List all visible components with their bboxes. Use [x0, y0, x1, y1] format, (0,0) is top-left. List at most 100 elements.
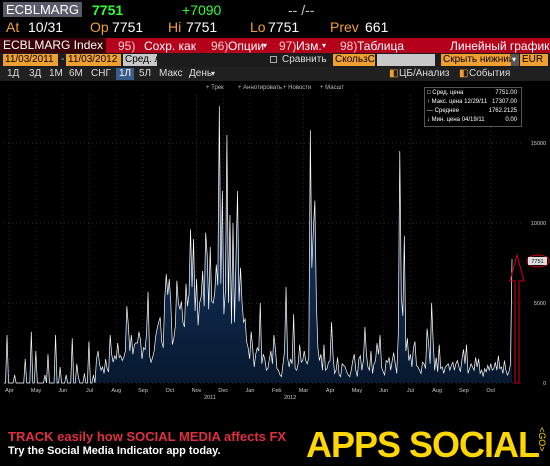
x-tick-label: Sep — [138, 388, 148, 394]
y-tick-label: 10000 — [531, 221, 546, 227]
function-bar: ECBLMARG Index 95) Сохр. как 96) Опции ▾… — [0, 38, 550, 53]
period-7-button[interactable]: Макс — [156, 68, 186, 80]
save-as-button[interactable]: Сохр. как — [144, 39, 196, 53]
chart-tool-0[interactable]: + Трек — [206, 85, 224, 93]
chevron-down-icon: ▾ — [263, 41, 268, 50]
high-value: 7751 — [186, 19, 218, 35]
x-tick-label: Nov — [192, 388, 202, 394]
legend-label: □ Сред. цена — [427, 90, 464, 96]
y-tick-label: 15000 — [531, 141, 546, 147]
series-area — [4, 106, 512, 383]
legend-value: 1762.2125 — [488, 108, 517, 114]
y-tick-label: 5000 — [534, 301, 546, 307]
period-2-button[interactable]: 1М — [46, 68, 66, 80]
x-tick-label: Oct — [486, 388, 495, 394]
x-tick-label: Jul — [407, 388, 414, 394]
low-label: Lo — [250, 19, 266, 35]
banner-headline: TRACK easily how SOCIAL MEDIA affects FX — [8, 429, 287, 444]
low-value: 7751 — [268, 19, 300, 35]
x-tick-label: Oct — [165, 388, 174, 394]
line-chart: 7751 0 5000 10000 15000 Apr May Jun Jul Aug Sep Oc… — [4, 95, 550, 401]
hide-lower-select[interactable]: Скрыть нижний — [441, 54, 514, 66]
quote-stats: At 10/31 Op 7751 Hi 7751 Lo 7751 Prev 66… — [0, 17, 550, 38]
period-3-button[interactable]: 6М — [66, 68, 86, 80]
edit-menu[interactable]: Изм. — [296, 39, 322, 53]
banner-subline: Try the Social Media Indicator app today… — [8, 445, 221, 457]
legend-value: 0.00 — [505, 117, 517, 123]
ticker-label[interactable]: ECBLMARG — [3, 2, 82, 17]
legend-label: ↑ Макс. цена 12/29/11 — [427, 99, 488, 105]
security-field[interactable]: ECBLMARG Index — [0, 38, 107, 53]
edit-number: 97) — [279, 39, 297, 53]
chevron-down-icon[interactable]: ▾ — [511, 54, 519, 66]
x-tick-label: Sep — [459, 388, 469, 394]
compare-label: Сравнить — [282, 54, 327, 65]
moving-average-param[interactable] — [377, 54, 435, 66]
chart-legend: □ Сред. цена 7751.00 ↑ Макс. цена 12/29/11… — [424, 87, 522, 127]
y-tick-label: 0 — [543, 381, 546, 387]
chart-tool-1[interactable]: + Аннотировать — [238, 85, 282, 93]
period-bar: День ▾ ◧ ЦБ/Анализ ◧ События 1Д 3Д 1М 6М СНГ… — [0, 67, 550, 81]
x-year-label: 2012 — [284, 395, 296, 401]
x-tick-label: Apr — [326, 388, 335, 394]
range-bar: 11/03/2011 - 11/03/2012 Сред. линия Срав… — [0, 53, 550, 67]
x-tick-label: Jul — [86, 388, 93, 394]
prev-value: 661 — [365, 19, 389, 35]
options-number: 96) — [211, 39, 229, 53]
price-change: +7090 — [182, 2, 222, 18]
x-tick-label: May — [31, 388, 42, 394]
last-price: 7751 — [92, 2, 124, 18]
period-5-button[interactable]: 1Л — [116, 68, 135, 80]
chart-area[interactable]: 7751 0 5000 10000 15000 Apr May Jun Jul Aug Sep Oc… — [0, 81, 550, 425]
legend-label: ↓ Мин. цена 04/19/11 — [427, 117, 485, 123]
ad-banner[interactable]: TRACK easily how SOCIAL MEDIA affects FX… — [0, 424, 550, 466]
last-value-label: 7751 — [531, 259, 543, 265]
x-tick-label: Jan — [246, 388, 255, 394]
x-tick-label: Jun — [58, 388, 67, 394]
x-tick-label: Aug — [111, 388, 121, 394]
x-tick-label: Feb — [272, 388, 281, 394]
period-4-button[interactable]: СНГ — [88, 68, 114, 80]
currency-select[interactable]: EUR — [520, 54, 548, 66]
chevron-down-icon: ▾ — [322, 41, 327, 50]
period-1-button[interactable]: 3Д — [26, 68, 44, 80]
x-tick-label: Mar — [299, 388, 309, 394]
options-menu[interactable]: Опции — [228, 39, 264, 53]
x-tick-label: Apr — [5, 388, 14, 394]
legend-row: — Среднее 1762.2125 — [427, 107, 519, 116]
last-value-arrow — [509, 253, 525, 384]
open-value: 7751 — [112, 19, 144, 35]
bid-ask: -- /-- — [288, 2, 315, 18]
table-button[interactable]: Таблица — [357, 39, 404, 53]
chart-type-label[interactable]: Линейный график — [450, 39, 549, 53]
period-0-button[interactable]: 1Д — [4, 68, 22, 80]
legend-row: □ Сред. цена 7751.00 — [427, 89, 519, 98]
analysis-button[interactable]: ЦБ/Анализ — [396, 68, 453, 80]
legend-value: 7751.00 — [495, 90, 517, 96]
legend-row: ↓ Мин. цена 04/19/11 0.00 — [427, 116, 519, 125]
events-button[interactable]: События — [466, 68, 513, 80]
x-year-label: 2011 — [204, 395, 216, 401]
x-tick-label: May — [352, 388, 363, 394]
start-date-field[interactable]: 11/03/2011 — [3, 54, 58, 66]
legend-row: ↑ Макс. цена 12/29/11 17307.00 — [427, 98, 519, 107]
prev-label: Prev — [330, 19, 359, 35]
save-as-number: 95) — [118, 39, 136, 53]
chart-tool-2[interactable]: + Новости — [283, 85, 311, 93]
x-tick-label: Dec — [218, 388, 228, 394]
at-label: At — [6, 19, 20, 35]
series-line — [4, 106, 513, 384]
x-tick-label: Aug — [432, 388, 442, 394]
banner-go: <GO> — [537, 427, 547, 452]
x-tick-label: Jun — [379, 388, 388, 394]
compare-checkbox[interactable] — [270, 56, 277, 63]
chart-tool-3[interactable]: + Масшт — [320, 85, 344, 93]
at-value: 10/31 — [28, 19, 64, 35]
average-lines-field[interactable]: Сред. линия — [123, 54, 157, 66]
table-number: 98) — [340, 39, 358, 53]
legend-value: 17307.00 — [491, 99, 517, 105]
end-date-field[interactable]: 11/03/2012 — [66, 54, 121, 66]
moving-average-field[interactable]: СкользСр — [333, 54, 375, 66]
period-6-button[interactable]: 5Л — [136, 68, 154, 80]
high-label: Hi — [168, 19, 182, 35]
